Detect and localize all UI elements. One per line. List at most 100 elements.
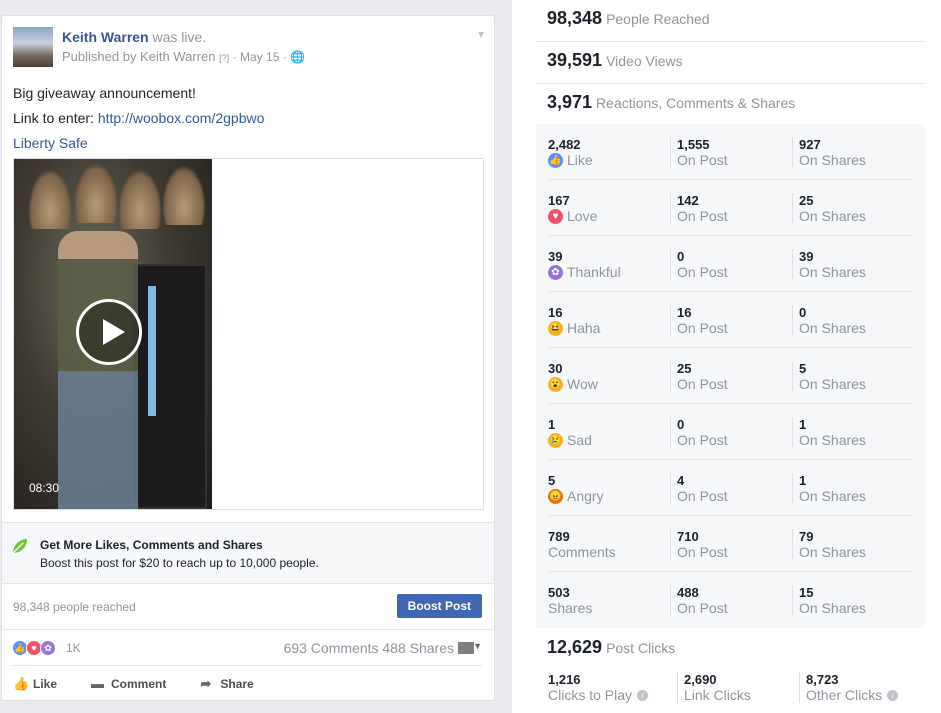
post-clicks-value: 12,629	[547, 637, 603, 657]
share-button[interactable]: ➦ Share	[200, 672, 253, 696]
caret-down-icon[interactable]: ▼	[473, 641, 482, 651]
giveaway-link[interactable]: http://woobox.com/2gpbwo	[98, 110, 265, 126]
breakdown-row: 5 😠 Angry 4 On Post 1 On Shares	[548, 460, 913, 516]
sad-on-shares: 1 On Shares	[792, 417, 866, 448]
reaction-icons[interactable]: 👍 ♥ ✿	[12, 640, 56, 656]
post-meta: Published by Keith Warren [?] · May 15 ·…	[62, 49, 306, 64]
comments-on-post: 710 On Post	[670, 529, 728, 560]
thankful-total: 39 ✿ Thankful	[548, 249, 621, 280]
engagement-breakdown: 2,482 👍 Like 1,555 On Post 927 On Shares …	[536, 124, 925, 628]
info-icon[interactable]: i	[887, 689, 899, 701]
thankful-on-post: 0 On Post	[670, 249, 728, 280]
shares-on-post: 488 On Post	[670, 585, 728, 616]
angry-on-shares: 1 On Shares	[792, 473, 866, 504]
info-icon[interactable]: i	[637, 689, 649, 701]
love-on-shares: 25 On Shares	[792, 193, 866, 224]
haha-total: 16 😆 Haha	[548, 305, 601, 336]
video-views-stat: 39,591 Video Views	[536, 42, 925, 84]
engagement-label: Reactions, Comments & Shares	[596, 95, 796, 111]
comments-shares-count[interactable]: 693 Comments 488 Shares	[284, 640, 454, 656]
video-duration: 08:30	[29, 481, 60, 495]
wow-icon: 😮	[548, 376, 563, 392]
published-by: Published by Keith Warren	[62, 49, 216, 64]
love-icon: ♥	[548, 208, 563, 224]
play-icon[interactable]	[76, 299, 142, 365]
breakdown-row: 503 Shares 488 On Post 15 On Shares	[548, 572, 913, 628]
click-breakdown: 1,216 Clicks to Play i 2,690 Link Clicks 8,…	[548, 669, 913, 709]
wow-total: 30 😮 Wow	[548, 361, 598, 392]
reactions-summary: 👍 ♥ ✿ 1K 693 Comments 488 Shares ▼	[12, 632, 482, 666]
angry-total: 5 😠 Angry	[548, 473, 604, 504]
video-views-value: 39,591	[547, 50, 603, 70]
engagement-stat: 3,971 Reactions, Comments & Shares	[536, 84, 925, 126]
post-date[interactable]: May 15	[240, 50, 279, 64]
page-tag-link[interactable]: Liberty Safe	[13, 131, 264, 156]
video-views-label: Video Views	[606, 53, 683, 69]
post-author-line: Keith Warren was live.	[62, 29, 206, 45]
thankful-on-shares: 39 On Shares	[792, 249, 866, 280]
click-stat: 8,723 Other Clicks i	[799, 672, 899, 703]
help-link[interactable]: [?]	[219, 53, 229, 63]
boost-title: Get More Likes, Comments and Shares	[40, 538, 263, 552]
share-icon: ➦	[200, 676, 212, 691]
sad-icon: 😢	[548, 432, 563, 448]
post-header: Keith Warren was live. Published by Keit…	[13, 27, 484, 71]
comment-icon: ▬	[91, 676, 105, 691]
people-reached-value: 98,348	[547, 8, 603, 28]
breakdown-row: 1 😢 Sad 0 On Post 1 On Shares	[548, 404, 913, 460]
reaction-count[interactable]: 1K	[66, 641, 81, 655]
thankful-icon: ✿	[40, 640, 56, 656]
click-stat: 1,216 Clicks to Play i	[548, 672, 649, 703]
like-icon: 👍	[548, 152, 563, 168]
boost-subtitle: Boost this post for $20 to reach up to 1…	[40, 556, 319, 570]
boost-promo: Get More Likes, Comments and Shares Boos…	[2, 522, 494, 584]
page-avatar-icon[interactable]	[458, 642, 474, 654]
wow-on-shares: 5 On Shares	[792, 361, 866, 392]
sad-on-post: 0 On Post	[670, 417, 728, 448]
globe-icon: 🌐	[290, 50, 306, 64]
wow-on-post: 25 On Post	[670, 361, 728, 392]
avatar[interactable]	[13, 27, 53, 67]
engagement-value: 3,971	[547, 92, 593, 112]
haha-icon: 😆	[548, 320, 563, 336]
like-on-post: 1,555 On Post	[670, 137, 728, 168]
comment-button[interactable]: ▬ Comment	[91, 672, 166, 696]
comments-on-shares: 79 On Shares	[792, 529, 866, 560]
love-on-post: 142 On Post	[670, 193, 728, 224]
author-name-link[interactable]: Keith Warren	[62, 29, 149, 45]
post-text-line1: Big giveaway announcement!	[13, 85, 196, 101]
leaf-icon	[12, 539, 27, 554]
breakdown-row: 30 😮 Wow 25 On Post 5 On Shares	[548, 348, 913, 404]
shares-on-shares: 15 On Shares	[792, 585, 866, 616]
like-button[interactable]: 👍 Like	[13, 672, 57, 696]
video-thumbnail[interactable]: 08:30	[14, 159, 212, 509]
comments-total: 789 Comments	[548, 529, 616, 560]
insights-panel: 98,348 People Reached 39,591 Video Views 3…	[512, 0, 941, 713]
sad-total: 1 😢 Sad	[548, 417, 592, 448]
breakdown-row: 16 😆 Haha 16 On Post 0 On Shares	[548, 292, 913, 348]
post-text-line2: Link to enter: http://woobox.com/2gpbwo	[13, 110, 265, 126]
video-player[interactable]: 08:30	[13, 158, 484, 510]
click-stat: 2,690 Link Clicks	[677, 672, 751, 703]
breakdown-row: 167 ♥ Love 142 On Post 25 On Shares	[548, 180, 913, 236]
like-on-shares: 927 On Shares	[792, 137, 866, 168]
breakdown-row: 789 Comments 710 On Post 79 On Shares	[548, 516, 913, 572]
reach-row: 98,348 people reached Boost Post	[2, 584, 494, 630]
post-action-text: was live.	[152, 29, 207, 45]
post-card: Keith Warren was live. Published by Keit…	[1, 15, 495, 701]
thumbs-up-icon: 👍	[13, 676, 30, 691]
love-total: 167 ♥ Love	[548, 193, 598, 224]
angry-on-post: 4 On Post	[670, 473, 728, 504]
boost-post-button[interactable]: Boost Post	[396, 594, 482, 618]
thankful-icon: ✿	[548, 264, 563, 280]
people-reached-text: 98,348 people reached	[13, 600, 136, 614]
chevron-down-icon[interactable]: ▾	[478, 27, 484, 41]
post-actions: 👍 Like ▬ Comment ➦ Share	[13, 672, 484, 696]
post-clicks-stat: 12,629 Post Clicks	[536, 628, 925, 668]
like-total: 2,482 👍 Like	[548, 137, 593, 168]
shares-total: 503 Shares	[548, 585, 593, 616]
post-body: Big giveaway announcement! Link to enter…	[13, 81, 264, 156]
people-reached-label: People Reached	[606, 11, 710, 27]
post-clicks-label: Post Clicks	[606, 640, 676, 656]
angry-icon: 😠	[548, 488, 563, 504]
